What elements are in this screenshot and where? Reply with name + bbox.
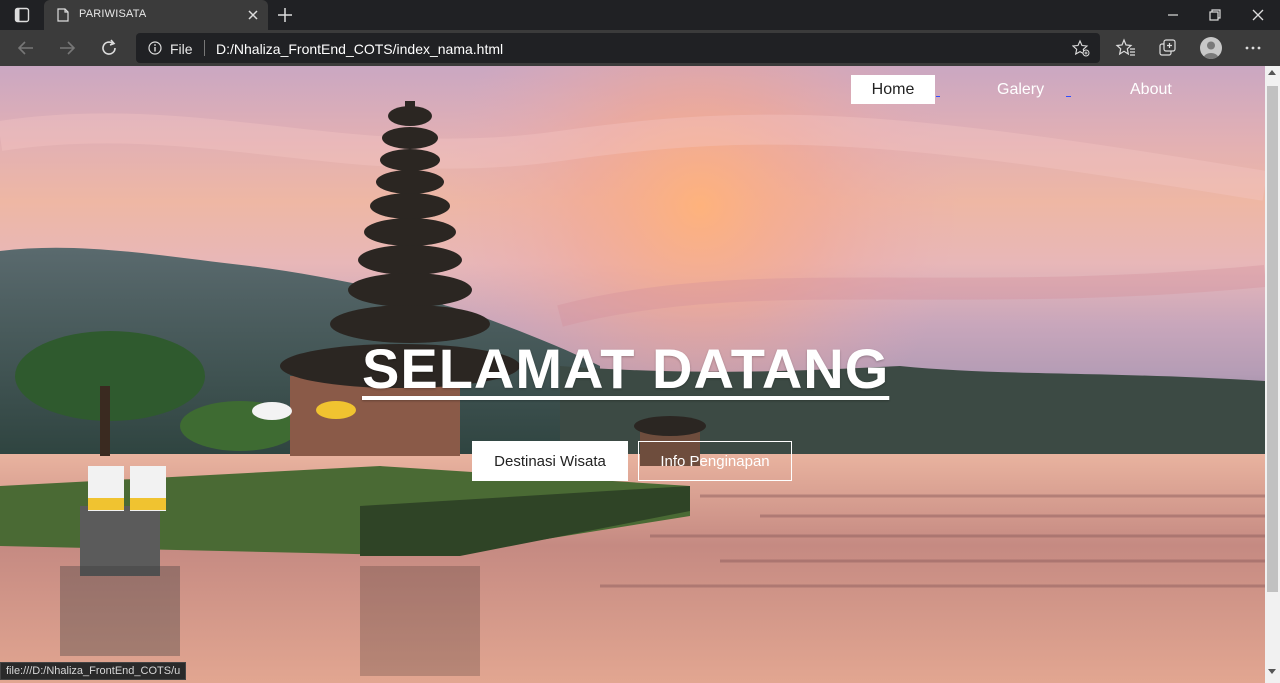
page-viewport: Home Galery About SELAMAT DATANG Destina… xyxy=(0,66,1265,683)
scrollbar-thumb[interactable] xyxy=(1267,86,1278,592)
destinasi-wisata-button[interactable]: Destinasi Wisata xyxy=(472,441,628,481)
address-url[interactable]: D:/Nhaliza_FrontEnd_COTS/index_nama.html xyxy=(216,41,503,57)
close-tab-icon[interactable] xyxy=(244,6,262,24)
scroll-down-arrow-icon[interactable] xyxy=(1268,669,1276,674)
nav-separator xyxy=(1066,96,1071,97)
info-icon[interactable] xyxy=(148,41,162,55)
more-options-icon[interactable] xyxy=(1242,37,1264,59)
forward-icon[interactable] xyxy=(56,37,78,59)
collections-icon[interactable] xyxy=(1157,37,1179,59)
favorites-icon[interactable] xyxy=(1115,37,1137,59)
profile-avatar[interactable] xyxy=(1200,37,1222,59)
tab-title: PARIWISATA xyxy=(79,8,147,20)
window-menu-icon[interactable] xyxy=(14,7,30,23)
browser-tab[interactable]: PARIWISATA xyxy=(44,0,268,30)
hero-title[interactable]: SELAMAT DATANG xyxy=(362,336,889,401)
nav-home[interactable]: Home xyxy=(851,75,935,104)
minimize-icon[interactable] xyxy=(1162,4,1184,26)
address-divider xyxy=(204,40,205,56)
nav-about[interactable]: About xyxy=(1130,81,1172,99)
page-icon xyxy=(57,8,69,22)
address-scheme: File xyxy=(170,41,193,57)
browser-titlebar: PARIWISATA xyxy=(0,0,1280,30)
info-penginapan-button[interactable]: Info Penginapan xyxy=(638,441,792,481)
close-window-icon[interactable] xyxy=(1247,4,1269,26)
profile-icon xyxy=(1203,41,1219,59)
nav-galery[interactable]: Galery xyxy=(997,81,1044,99)
new-tab-icon[interactable] xyxy=(276,6,294,24)
add-favorite-icon[interactable] xyxy=(1072,39,1090,57)
nav-separator xyxy=(936,96,940,97)
address-bar[interactable]: File D:/Nhaliza_FrontEnd_COTS/index_nama… xyxy=(136,33,1100,63)
restore-icon[interactable] xyxy=(1204,4,1226,26)
page-scrollbar[interactable] xyxy=(1265,66,1280,683)
scroll-up-arrow-icon[interactable] xyxy=(1268,70,1276,75)
refresh-icon[interactable] xyxy=(98,37,120,59)
link-status-bar: file:///D:/Nhaliza_FrontEnd_COTS/u xyxy=(0,662,187,680)
back-icon[interactable] xyxy=(15,37,37,59)
browser-toolbar: File D:/Nhaliza_FrontEnd_COTS/index_nama… xyxy=(0,30,1280,66)
